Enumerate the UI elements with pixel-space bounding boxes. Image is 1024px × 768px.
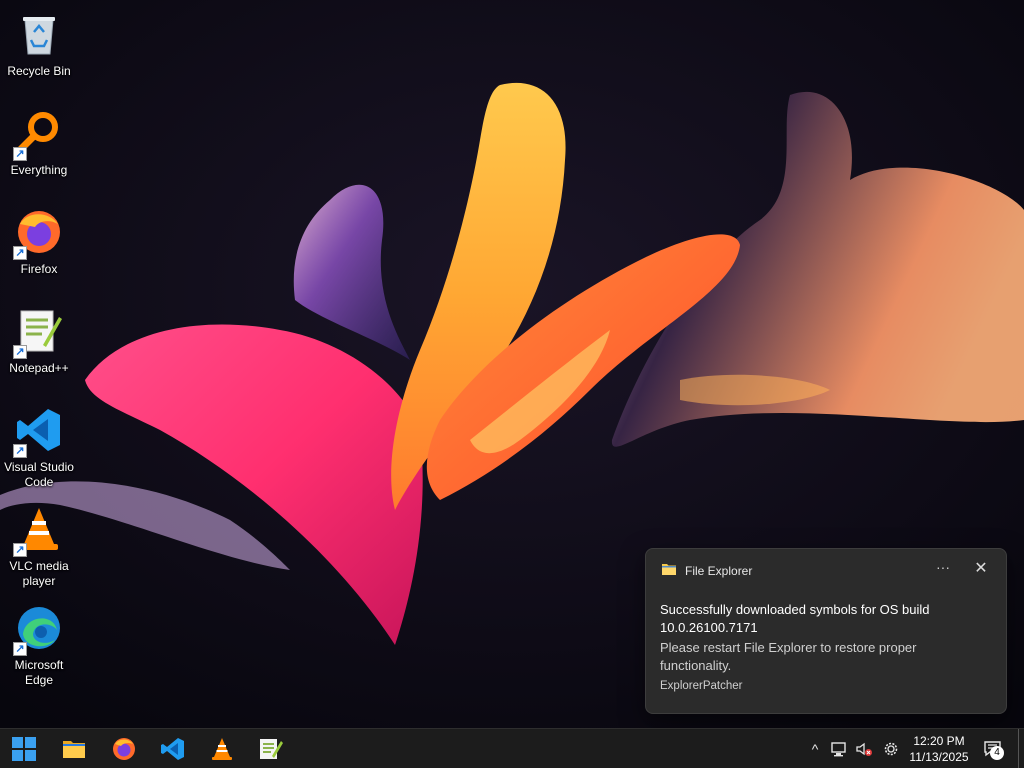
taskbar-clock[interactable]: 12:20 PM 11/13/2025 [906,733,972,765]
vscode-icon: ↗ [13,406,63,458]
edge-icon: ↗ [13,604,63,656]
notepad-plus-plus-icon [260,739,283,759]
shortcut-arrow-icon: ↗ [13,642,27,656]
settings-gear-icon[interactable] [880,738,902,760]
everything-search-icon: ↗ [13,109,63,161]
desktop-icon-recycle-bin[interactable]: Recycle Bin [2,6,76,98]
desktop-icon-label: Firefox [20,262,58,276]
desktop-icon-label: Recycle Bin [7,64,71,78]
notepad-plus-plus-icon: ↗ [13,307,63,359]
show-hidden-icons-chevron[interactable]: ^ [804,738,826,760]
taskbar: ^ 12:20 PM 11/13/2025 [0,728,1024,768]
file-explorer-icon [63,741,85,758]
start-icon [12,737,36,761]
desktop-icon-label: Everything [10,163,68,177]
desktop-icon-label: VLC media player [9,559,69,588]
desktop-icon-visual-studio-code[interactable]: ↗ Visual Studio Code [2,402,76,494]
notification-count-badge: 4 [990,746,1004,760]
taskbar-file-explorer[interactable] [54,733,94,765]
toast-title: Successfully downloaded symbols for OS b… [660,602,930,635]
shortcut-arrow-icon: ↗ [13,246,27,260]
firefox-icon [113,738,135,760]
vlc-icon: ↗ [13,505,63,557]
taskbar-vlc[interactable] [202,733,242,765]
recycle-bin-icon [15,10,63,58]
desktop-icon-label: Microsoft Edge [14,658,64,687]
desktop-icon-microsoft-edge[interactable]: ↗ Microsoft Edge [2,600,76,692]
volume-muted-icon[interactable] [853,738,875,760]
taskbar-notepad-plus-plus[interactable] [250,733,290,765]
folder-icon [662,562,676,580]
taskbar-vscode[interactable] [153,733,193,765]
toast-notification[interactable]: File Explorer ··· ✕ Successfully downloa… [645,548,1007,714]
shortcut-arrow-icon: ↗ [13,147,27,161]
toast-header: File Explorer [662,563,752,579]
vscode-icon [161,738,184,760]
clock-time: 12:20 PM [913,734,965,748]
desktop-icon-label: Visual Studio Code [4,460,74,489]
desktop-icon-everything[interactable]: ↗ Everything [2,105,76,197]
shortcut-arrow-icon: ↗ [13,444,27,458]
vlc-icon [212,738,232,760]
network-icon[interactable] [828,738,850,760]
start-button[interactable] [4,733,44,765]
desktop-icon-vlc-media-player[interactable]: ↗ VLC media player [2,501,76,593]
toast-attribution: ExplorerPatcher [660,680,743,692]
taskbar-firefox[interactable] [104,733,144,765]
toast-app-name: File Explorer [685,564,753,578]
firefox-icon: ↗ [13,208,63,260]
toast-body: Please restart File Explorer to restore … [660,640,917,673]
desktop-icon-label: Notepad++ [9,361,69,375]
shortcut-arrow-icon: ↗ [13,345,27,359]
shortcut-arrow-icon: ↗ [13,543,27,557]
desktop-icon-firefox[interactable]: ↗ Firefox [2,204,76,296]
more-options-button[interactable]: ··· [932,558,954,580]
show-desktop-button[interactable] [1018,729,1024,768]
desktop-icon-notepad[interactable]: ↗ Notepad++ [2,303,76,395]
close-button[interactable]: ✕ [970,558,992,580]
clock-date: 11/13/2025 [909,750,969,764]
